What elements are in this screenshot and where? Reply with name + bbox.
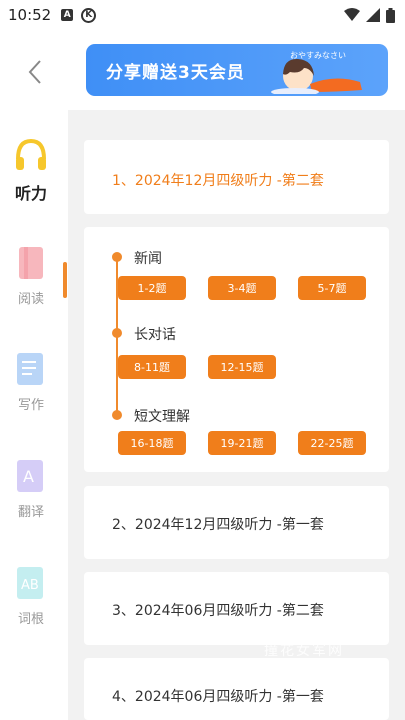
question-button[interactable]: 16-18题 — [118, 431, 186, 455]
question-button[interactable]: 22-25题 — [298, 431, 366, 455]
set-card-1[interactable]: 1、2024年12月四级听力 -第二套 — [84, 140, 389, 214]
translate-icon: A — [13, 457, 49, 495]
question-button[interactable]: 1-2题 — [118, 276, 186, 300]
set-detail-card: 新闻 1-2题 3-4题 5-7题 长对话 8-11题 12-15题 短文理解 … — [84, 227, 389, 472]
back-button[interactable] — [18, 55, 52, 89]
question-button[interactable]: 8-11题 — [118, 355, 186, 379]
question-button[interactable]: 12-15题 — [208, 355, 276, 379]
banner-text: 分享赠送3天会员 — [106, 63, 245, 83]
banner-art-caption: おやすみなさい — [290, 51, 346, 60]
svg-text:AB: AB — [21, 578, 39, 593]
status-bar: 10:52 A K — [0, 0, 405, 30]
svg-text:A: A — [23, 467, 34, 486]
root-icon: AB — [13, 564, 49, 602]
category-sidebar: 听力 阅读 写作 A 翻译 AB 词根 — [0, 110, 68, 720]
question-button[interactable]: 19-21题 — [208, 431, 276, 455]
timeline-dot — [112, 328, 122, 338]
sidebar-item-reading[interactable]: 阅读 — [0, 244, 62, 307]
sidebar-item-writing[interactable]: 写作 — [0, 350, 62, 413]
notification-k-icon: K — [81, 7, 97, 23]
timeline-dot — [112, 252, 122, 262]
battery-icon — [386, 7, 395, 23]
sidebar-item-label: 写作 — [17, 398, 44, 413]
notification-a-icon: A — [61, 9, 74, 21]
section-label-news: 新闻 — [134, 251, 162, 267]
share-banner[interactable]: 分享赠送3天会员 おやすみなさい — [86, 44, 388, 96]
document-icon — [13, 350, 49, 388]
main-content: 1、2024年12月四级听力 -第二套 新闻 1-2题 3-4题 5-7题 长对… — [68, 110, 405, 720]
set-title: 1、2024年12月四级听力 -第二套 — [112, 173, 324, 189]
section-label-long-dialogue: 长对话 — [134, 327, 176, 343]
question-button[interactable]: 5-7题 — [298, 276, 366, 300]
sidebar-item-listening[interactable]: 听力 — [0, 136, 62, 204]
timeline-dot — [112, 410, 122, 420]
set-card-3[interactable]: 3、2024年06月四级听力 -第二套 — [84, 572, 389, 645]
status-time: 10:52 — [8, 6, 52, 24]
headphones-icon — [13, 136, 49, 174]
set-card-4[interactable]: 4、2024年06月四级听力 -第一套 — [84, 658, 389, 720]
chevron-left-icon — [28, 60, 41, 84]
set-title: 2、2024年12月四级听力 -第一套 — [112, 517, 324, 533]
watermark: 撞花女军网 — [264, 643, 344, 659]
sidebar-item-label: 听力 — [14, 184, 47, 203]
book-icon — [13, 244, 49, 282]
wifi-icon — [344, 8, 360, 21]
sidebar-item-label: 翻译 — [17, 505, 44, 520]
set-card-2[interactable]: 2、2024年12月四级听力 -第一套 — [84, 486, 389, 559]
section-label-passage: 短文理解 — [134, 409, 190, 425]
question-button[interactable]: 3-4题 — [208, 276, 276, 300]
active-indicator — [63, 262, 67, 298]
status-indicators — [344, 7, 395, 23]
sidebar-item-label: 阅读 — [17, 292, 44, 307]
set-title: 3、2024年06月四级听力 -第二套 — [112, 603, 324, 619]
sidebar-item-label: 词根 — [17, 612, 44, 627]
set-title: 4、2024年06月四级听力 -第一套 — [112, 689, 324, 705]
sidebar-item-root[interactable]: AB 词根 — [0, 564, 62, 627]
signal-icon — [366, 8, 380, 22]
sleeping-girl-illustration: おやすみなさい — [271, 51, 362, 94]
sidebar-item-translation[interactable]: A 翻译 — [0, 457, 62, 520]
